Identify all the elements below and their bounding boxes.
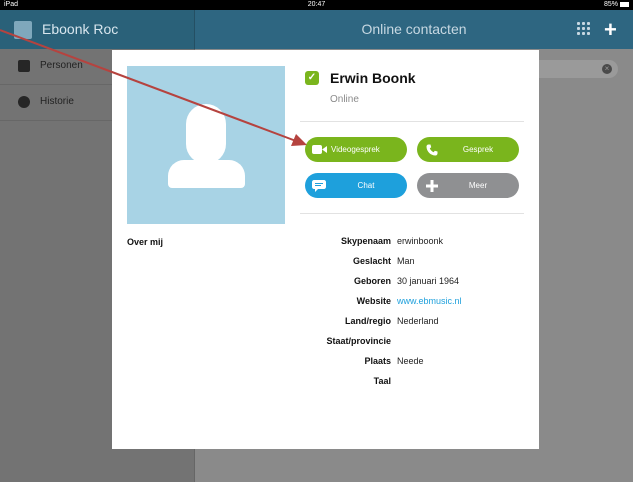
detail-label: Staat/provincie [326, 336, 391, 346]
detail-label: Geboren [353, 276, 391, 286]
sidebar-item-label: Personen [40, 60, 83, 71]
add-icon[interactable]: + [604, 17, 617, 43]
plus-icon [426, 173, 438, 198]
detail-label: Plaats [364, 356, 391, 366]
user-name[interactable]: Eboonk Roc [42, 21, 118, 37]
detail-label: Skypenaam [340, 236, 391, 246]
detail-row-language: Taal [300, 376, 530, 396]
detail-value: Neede [397, 356, 424, 366]
divider [300, 121, 524, 122]
sidebar-item-label: Historie [40, 96, 74, 107]
video-call-label: Videogesprek [331, 145, 380, 154]
detail-label: Land/regio [344, 316, 391, 326]
detail-label: Geslacht [352, 256, 391, 266]
detail-label: Website [356, 296, 391, 306]
contact-name: Erwin Boonk [330, 70, 416, 86]
battery-icon [620, 2, 629, 7]
detail-value: erwinboonk [397, 236, 444, 246]
status-bar: iPad 20:47 85% [0, 0, 633, 10]
online-status-icon: ✓ [305, 71, 319, 85]
profile-details: Skypenaam erwinboonk Geslacht Man Gebore… [300, 236, 530, 396]
contacts-icon [18, 60, 30, 72]
contact-status: Online [330, 94, 359, 105]
chat-button[interactable]: Chat [305, 173, 407, 198]
dialpad-icon[interactable] [577, 22, 590, 35]
phone-icon [426, 137, 438, 162]
clock: 20:47 [307, 1, 326, 8]
battery-indicator: 85% [604, 1, 629, 8]
history-clock-icon [18, 96, 30, 108]
call-label: Gesprek [462, 145, 494, 154]
detail-label: Taal [373, 376, 391, 386]
profile-photo [127, 66, 285, 224]
contact-profile-modal: ✓ Erwin Boonk Online Videogesprek Gespre… [112, 50, 539, 449]
detail-row-gender: Geslacht Man [300, 256, 530, 276]
video-camera-icon [312, 137, 327, 162]
page-title: Online contacten [361, 21, 467, 37]
website-link[interactable]: www.ebmusic.nl [397, 296, 462, 306]
call-button[interactable]: Gesprek [417, 137, 519, 162]
battery-percent: 85% [603, 1, 618, 8]
more-button[interactable]: Meer [417, 173, 519, 198]
detail-row-country: Land/regio Nederland [300, 316, 530, 336]
chat-bubble-icon [312, 173, 326, 198]
clear-search-icon[interactable]: × [602, 64, 612, 74]
detail-value: Man [397, 256, 415, 266]
detail-row-city: Plaats Neede [300, 356, 530, 376]
divider [300, 213, 524, 214]
video-call-button[interactable]: Videogesprek [305, 137, 407, 162]
nav-bar: Eboonk Roc Online contacten + [0, 10, 633, 49]
about-label: Over mij [127, 237, 164, 247]
detail-row-skypename: Skypenaam erwinboonk [300, 236, 530, 256]
detail-row-state: Staat/provincie [300, 336, 530, 356]
default-avatar-head [186, 104, 226, 164]
detail-value: Nederland [397, 316, 439, 326]
chat-label: Chat [357, 181, 375, 190]
default-avatar-body [168, 160, 245, 188]
more-label: Meer [468, 181, 488, 190]
nav-user-area[interactable]: Eboonk Roc [0, 10, 195, 49]
detail-row-birthday: Geboren 30 januari 1964 [300, 276, 530, 296]
avatar[interactable] [14, 21, 32, 39]
detail-value: 30 januari 1964 [397, 276, 460, 286]
detail-row-website: Website www.ebmusic.nl [300, 296, 530, 316]
